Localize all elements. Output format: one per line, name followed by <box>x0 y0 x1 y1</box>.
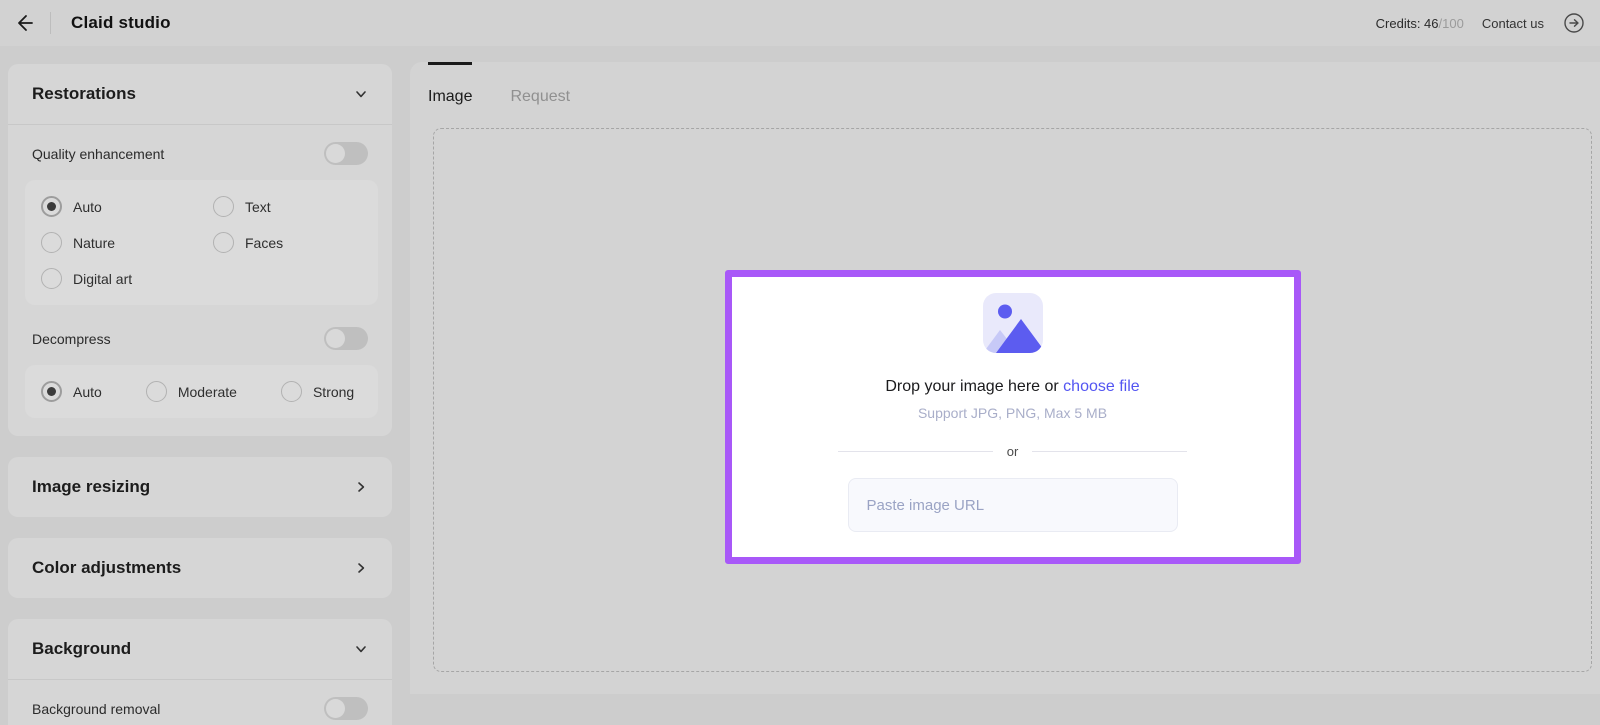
or-divider: or <box>837 444 1188 459</box>
section-background: Background Background removal General Ca… <box>8 619 392 725</box>
topbar-divider <box>50 12 51 34</box>
color-adjustments-title: Color adjustments <box>32 558 182 577</box>
radio-label: Strong <box>312 383 355 400</box>
background-header[interactable]: Background <box>8 619 392 679</box>
decompress-row: Decompress <box>8 323 392 363</box>
divider-line <box>837 451 993 452</box>
radio-option-strong[interactable]: Strong <box>280 381 355 402</box>
or-label: or <box>1006 444 1019 459</box>
arrow-right-circle-icon <box>1564 13 1584 33</box>
radio-option-auto[interactable]: Auto <box>41 196 213 217</box>
quality-enhancement-row: Quality enhancement <box>8 125 392 178</box>
chevron-right-icon <box>358 482 365 492</box>
app-title: Claid studio <box>71 13 171 32</box>
chevron-down-icon <box>356 646 366 653</box>
radio-icon <box>280 381 302 402</box>
background-removal-toggle[interactable] <box>324 697 368 720</box>
decompress-label: Decompress <box>32 330 111 347</box>
image-picture-icon <box>982 293 1043 353</box>
quality-enhancement-toggle[interactable] <box>324 142 368 165</box>
decompress-toggle[interactable] <box>324 327 368 350</box>
background-removal-row: Background removal <box>8 680 392 725</box>
section-color-adjustments: Color adjustments <box>8 538 392 598</box>
tab-request[interactable]: Request <box>510 62 570 124</box>
radio-label: Nature <box>73 234 116 251</box>
tab-bar: Image Request <box>410 62 1600 124</box>
radio-option-nature[interactable]: Nature <box>41 232 213 253</box>
radio-label: Text <box>245 198 271 215</box>
quality-options-panel: Auto Text Nature Faces Digital art <box>25 180 378 305</box>
image-resizing-title: Image resizing <box>32 477 151 496</box>
divider-line <box>1032 451 1188 452</box>
radio-icon <box>145 381 167 402</box>
back-button[interactable] <box>10 9 38 37</box>
radio-option-moderate[interactable]: Moderate <box>145 381 237 402</box>
radio-option-faces[interactable]: Faces <box>213 232 362 253</box>
quality-enhancement-label: Quality enhancement <box>32 145 165 162</box>
radio-label: Auto <box>73 383 102 400</box>
paste-image-url-input[interactable] <box>847 478 1178 532</box>
main-panel: Image Request Drop your image here or ch… <box>410 62 1600 694</box>
image-resizing-header[interactable]: Image resizing <box>8 457 392 517</box>
upload-heading: Drop your image here or choose file <box>885 378 1139 396</box>
radio-option-digital-art[interactable]: Digital art <box>41 268 213 289</box>
decompress-options-panel: Auto Moderate Strong <box>25 365 378 418</box>
radio-icon <box>213 196 234 217</box>
topbar: Claid studio Credits: 46/100 Contact us <box>0 0 1600 46</box>
chevron-right-icon <box>358 563 365 573</box>
restorations-title: Restorations <box>32 84 136 103</box>
tab-image[interactable]: Image <box>428 62 473 124</box>
color-adjustments-header[interactable]: Color adjustments <box>8 538 392 598</box>
credits-total: /100 <box>1438 15 1464 31</box>
toggle-knob <box>326 699 345 718</box>
chevron-down-icon <box>356 91 366 98</box>
drop-text: Drop your image here or <box>885 378 1064 395</box>
restorations-header[interactable]: Restorations <box>8 64 392 124</box>
image-dropzone[interactable]: Drop your image here or choose file Supp… <box>433 128 1592 672</box>
radio-icon <box>41 268 62 289</box>
radio-label: Moderate <box>177 383 237 400</box>
radio-icon <box>41 232 62 253</box>
section-image-resizing: Image resizing <box>8 457 392 517</box>
credits-used: Credits: 46 <box>1375 15 1439 31</box>
radio-label: Auto <box>73 198 102 215</box>
radio-label: Digital art <box>73 270 133 287</box>
contact-us-link[interactable]: Contact us <box>1482 16 1544 31</box>
credits-counter: Credits: 46/100 <box>1376 16 1464 31</box>
upload-support-text: Support JPG, PNG, Max 5 MB <box>917 405 1108 421</box>
choose-file-link[interactable]: choose file <box>1063 378 1140 395</box>
settings-sidebar: Restorations Quality enhancement Auto Te… <box>8 64 392 725</box>
radio-option-text[interactable]: Text <box>213 196 362 217</box>
background-title: Background <box>32 639 132 658</box>
upload-card: Drop your image here or choose file Supp… <box>724 270 1301 564</box>
background-removal-label: Background removal <box>32 700 161 717</box>
toggle-knob <box>326 144 345 163</box>
logout-button[interactable] <box>1562 11 1586 35</box>
radio-icon <box>41 196 62 217</box>
section-restorations: Restorations Quality enhancement Auto Te… <box>8 64 392 436</box>
radio-label: Faces <box>245 234 284 251</box>
back-arrow-icon <box>18 15 33 31</box>
radio-option-auto[interactable]: Auto <box>41 381 102 402</box>
radio-icon <box>41 381 62 402</box>
topbar-right: Credits: 46/100 Contact us <box>1376 11 1586 35</box>
toggle-knob <box>326 329 345 348</box>
radio-icon <box>213 232 234 253</box>
